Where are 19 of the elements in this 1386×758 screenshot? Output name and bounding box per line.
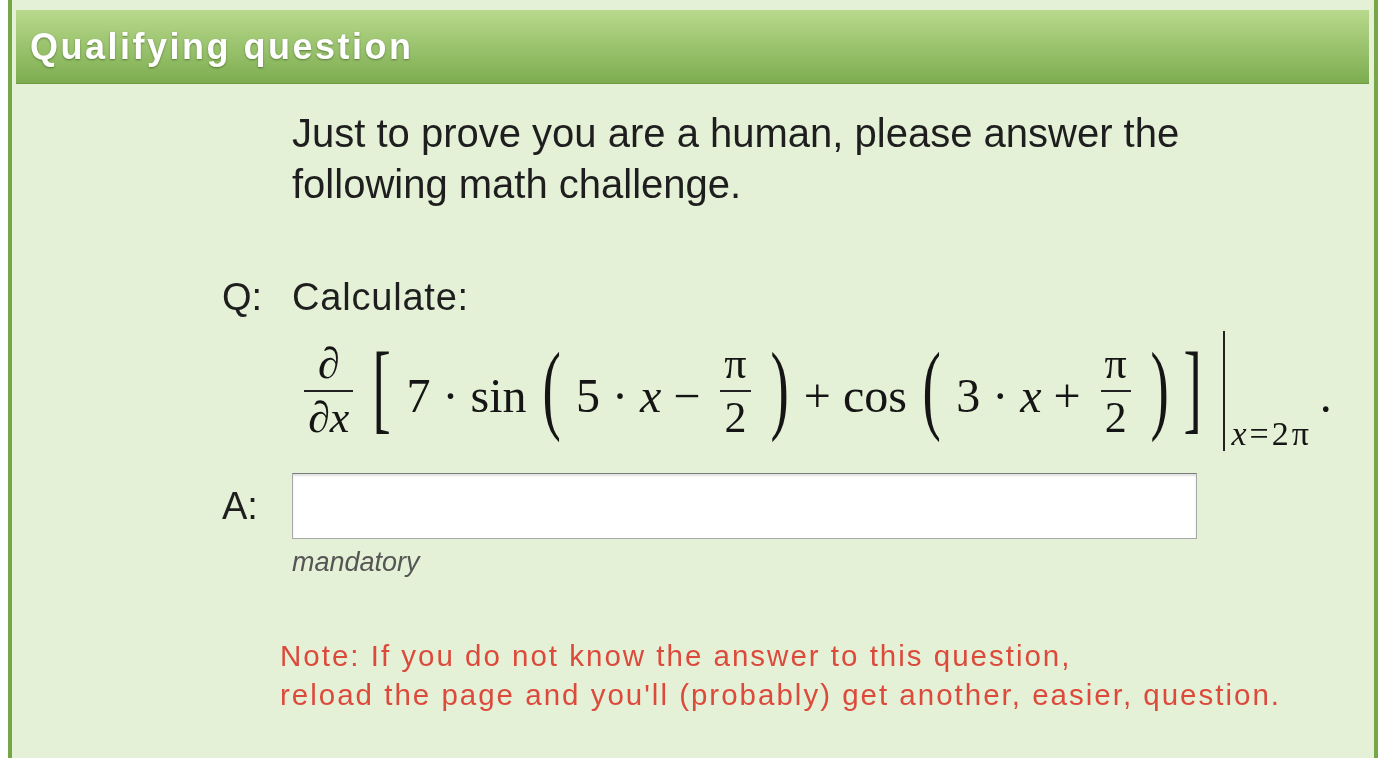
- math-delimiter: [: [372, 338, 392, 438]
- panel-title: Qualifying question: [30, 25, 414, 68]
- answer-field[interactable]: [292, 473, 1197, 539]
- note-text: Note: If you do not know the answer to this question, reload the page and you'll (probably) get another, easier, question.: [280, 638, 1282, 713]
- mandatory-hint: mandatory: [292, 547, 422, 578]
- math-expression: .: [1318, 372, 1333, 420]
- answer-label: A:: [222, 484, 259, 528]
- fraction: ∂ ∂x: [304, 342, 354, 440]
- math-expression: + cos: [802, 372, 908, 420]
- intro-text: Just to prove you are a human, please answer the following math challenge.: [292, 110, 1181, 208]
- math-expression: 3 · x +: [955, 372, 1082, 420]
- math-expression: 5 · x −: [574, 372, 702, 420]
- fraction: π 2: [1100, 342, 1131, 440]
- question-prompt: Calculate:: [292, 276, 469, 319]
- math-delimiter: ]: [1183, 338, 1202, 438]
- question-label: Q:: [222, 276, 264, 319]
- evaluation-subscript: x=2π: [1223, 331, 1312, 451]
- math-expression: 7 · sin: [405, 372, 528, 420]
- fraction: π 2: [720, 342, 751, 440]
